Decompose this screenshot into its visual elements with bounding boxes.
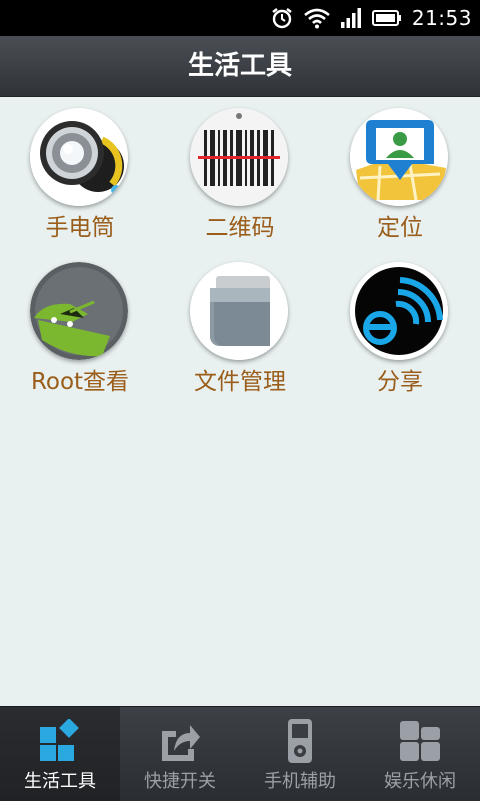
tool-barcode[interactable]: 二维码 xyxy=(160,96,320,246)
tools-grid-icon xyxy=(40,719,79,761)
tab-label: 快捷开关 xyxy=(144,771,216,792)
tab-label: 手机辅助 xyxy=(264,771,336,792)
tool-file-manager[interactable]: 文件管理 xyxy=(160,250,320,400)
bottom-nav: 生活工具 快捷开关 手机辅助 娱乐休闲 xyxy=(0,706,480,801)
tool-label: 二维码 xyxy=(205,215,275,241)
flashlight-icon xyxy=(30,108,128,206)
phone-icon xyxy=(288,719,312,763)
location-icon xyxy=(350,108,448,206)
alarm-icon xyxy=(272,8,292,29)
wifi-icon xyxy=(304,8,330,29)
tool-share[interactable]: 分享 xyxy=(320,250,480,400)
barcode-icon xyxy=(190,108,288,206)
tab-entertainment[interactable]: 娱乐休闲 xyxy=(360,707,480,801)
android-root-icon xyxy=(30,262,128,360)
file-manager-icon xyxy=(190,262,288,360)
tool-label: 手电筒 xyxy=(45,215,115,241)
tool-label: 定位 xyxy=(377,215,423,241)
tool-grid: 手电筒 二维码 定位 Root查看 文件管理 分享 xyxy=(0,96,480,706)
share-icon xyxy=(350,262,448,360)
status-time: 21:53 xyxy=(411,6,472,30)
tool-flashlight[interactable]: 手电筒 xyxy=(0,96,160,246)
page-title: 生活工具 xyxy=(187,51,292,81)
tab-label: 娱乐休闲 xyxy=(384,771,456,792)
tab-life-tools[interactable]: 生活工具 xyxy=(0,707,120,801)
signal-icon xyxy=(340,8,361,28)
status-bar: 21:53 xyxy=(0,0,480,36)
tool-label: 分享 xyxy=(377,369,423,395)
tool-location[interactable]: 定位 xyxy=(320,96,480,246)
tab-quick-switch[interactable]: 快捷开关 xyxy=(120,707,240,801)
tool-label: 文件管理 xyxy=(194,369,286,395)
share-arrow-icon xyxy=(162,725,200,761)
apps-icon xyxy=(400,721,440,761)
battery-icon xyxy=(371,10,401,26)
tool-label: Root查看 xyxy=(30,369,130,395)
status-icons: 21:53 xyxy=(270,0,472,36)
tab-label: 生活工具 xyxy=(24,771,96,792)
title-bar: 生活工具 xyxy=(0,36,480,97)
tool-root[interactable]: Root查看 xyxy=(0,250,160,400)
tab-phone-assist[interactable]: 手机辅助 xyxy=(240,707,360,801)
